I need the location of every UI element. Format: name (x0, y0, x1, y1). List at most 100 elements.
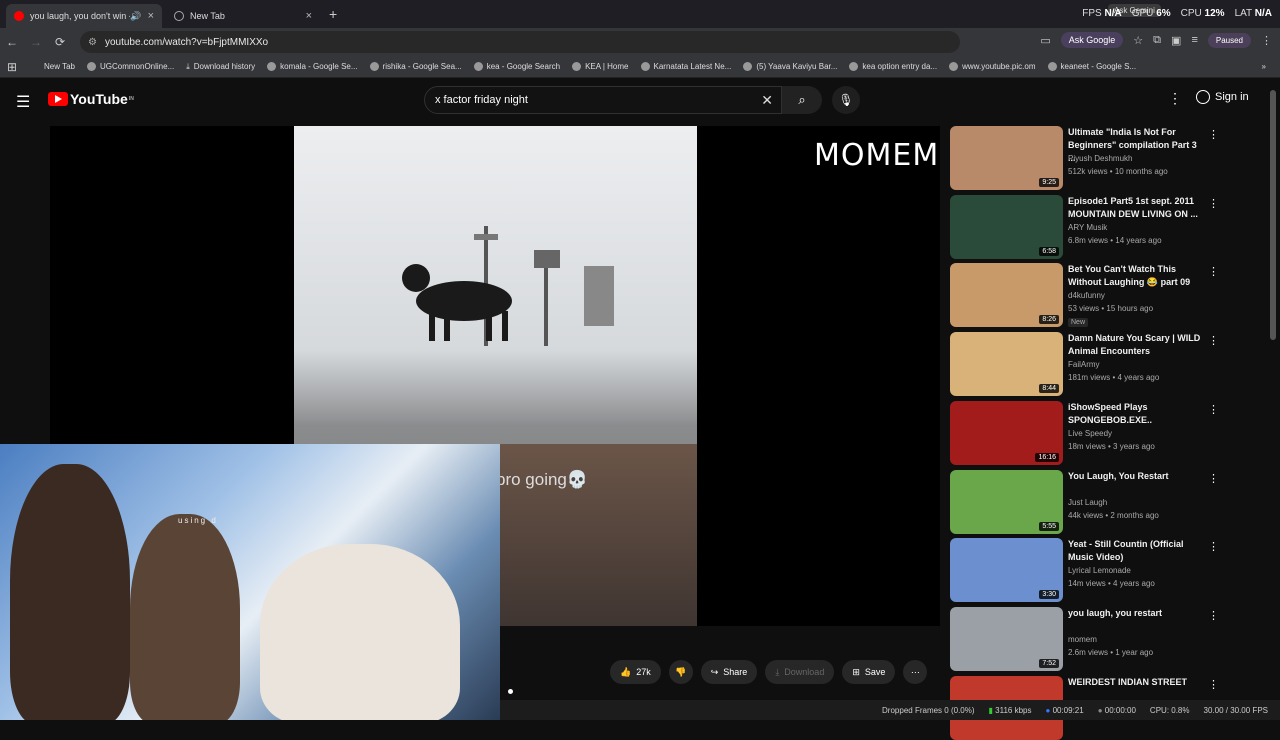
search-button[interactable]: ⌕ (782, 86, 822, 114)
recommendation-title[interactable]: Episode1 Part5 1st sept. 2011 MOUNTAIN D… (1068, 195, 1204, 221)
recommendation-title[interactable]: You Laugh, You Restart (1068, 470, 1204, 483)
recommendation-item[interactable]: 7:52 you laugh, you restart momem 2.6m view… (950, 606, 1220, 671)
duration-badge: 8:26 (1039, 315, 1059, 325)
recommendation-item[interactable]: 8:26 Bet You Can't Watch This Without Lau… (950, 263, 1220, 328)
save-button[interactable]: ⊞ Save (842, 660, 896, 684)
more-actions-button[interactable]: ⋯ (903, 660, 928, 684)
site-info-icon[interactable]: ⚙ (88, 37, 97, 48)
url-bar[interactable]: ⚙ youtube.com/watch?v=bFjptMMIXXo (80, 31, 960, 53)
video-thumbnail[interactable]: 8:26 (950, 263, 1063, 328)
browser-menu-icon[interactable]: ⋮ (1261, 34, 1272, 47)
scrubber-handle[interactable] (508, 689, 513, 694)
share-button[interactable]: ↪ Share (700, 660, 758, 684)
profile-paused-button[interactable]: Paused (1207, 32, 1251, 48)
new-tab-icon[interactable]: + (329, 6, 337, 22)
video-thumbnail[interactable]: 9:25 (950, 126, 1063, 190)
recommendation-title[interactable]: Yeat - Still Countin (Official Music Vid… (1068, 538, 1204, 564)
person-right (260, 544, 460, 720)
duration-badge: 16:16 (1035, 452, 1059, 462)
tab-active[interactable]: you laugh, you don't win - Y 🔊 × (6, 4, 162, 28)
speaker-icon[interactable]: 🔊 (130, 11, 141, 22)
youtube-logo[interactable]: YouTube IN (48, 91, 134, 107)
recommendation-meta: 512k views • 10 months ago (1068, 167, 1168, 176)
settings-more-icon[interactable]: ⋮ (1168, 90, 1182, 107)
recommendation-menu-icon[interactable]: ⋮ (1208, 334, 1219, 347)
like-button[interactable]: 👍 27k (610, 660, 661, 684)
recommendation-title[interactable]: Damn Nature You Scary | WILD Animal Enco… (1068, 332, 1204, 358)
recommendation-menu-icon[interactable]: ⋮ (1208, 609, 1219, 622)
video-thumbnail[interactable]: 5:55 (950, 469, 1063, 534)
recommendation-channel[interactable]: ARY Musik (1068, 223, 1107, 232)
hamburger-menu-icon[interactable]: ☰ (16, 92, 30, 112)
bookmark-item[interactable]: Karnatata Latest Ne... (640, 62, 731, 71)
download-icon: ⤓ (775, 666, 780, 677)
more-icon: ⋯ (910, 666, 920, 677)
ask-google-button[interactable]: Ask Google (1060, 32, 1124, 48)
globe-icon (174, 11, 184, 21)
recommendation-item[interactable]: 3:30 Yeat - Still Countin (Official Music… (950, 538, 1220, 603)
close-tab-icon[interactable]: × (306, 10, 312, 22)
bookmarks-overflow-icon[interactable]: » (1262, 62, 1266, 71)
recommendation-menu-icon[interactable]: ⋮ (1208, 265, 1219, 278)
video-actions: 👍 27k 👎 ↪ Share ⤓ Download ⊞ Save ⋯ (610, 660, 928, 684)
bookmark-item[interactable]: kea option entry da... (849, 62, 937, 71)
close-tab-icon[interactable]: × (148, 10, 154, 22)
cpu-label: CPU (1180, 8, 1202, 19)
bookmark-item[interactable]: keaneet - Google S... (1047, 62, 1136, 71)
bookmark-item[interactable]: New Tab (44, 62, 75, 71)
recommendation-channel[interactable]: d4kufunny (1068, 291, 1105, 300)
recommendation-channel[interactable]: FailArmy (1068, 360, 1100, 369)
apps-grid-icon[interactable]: ⊞ (0, 60, 24, 74)
bookmark-star-icon[interactable]: ☆ (1133, 34, 1143, 47)
recommendation-title[interactable]: iShowSpeed Plays SPONGEBOB.EXE.. (1068, 401, 1204, 427)
bookmark-item[interactable]: kea - Google Search (473, 62, 560, 71)
bookmark-item[interactable]: UGCommonOnline... (86, 62, 174, 71)
recommendation-channel[interactable]: Just Laugh (1068, 498, 1107, 507)
video-thumbnail[interactable]: 8:44 (950, 332, 1063, 397)
recommendation-channel[interactable]: Piyush Deshmukh (1068, 154, 1132, 163)
fps-label: FPS (1082, 8, 1102, 19)
sign-in-button[interactable]: Sign in (1196, 90, 1249, 104)
page-scrollbar[interactable] (1270, 90, 1276, 340)
tab-new[interactable]: New Tab × (166, 4, 320, 28)
bookmark-item[interactable]: komala - Google Se... (267, 62, 358, 71)
cast-icon[interactable]: ▭ (1040, 34, 1050, 47)
recommendation-menu-icon[interactable]: ⋮ (1208, 472, 1219, 485)
bookmark-item[interactable]: ⤓ Download history (186, 62, 255, 72)
dislike-button[interactable]: 👎 (668, 660, 693, 684)
recommendation-title[interactable]: you laugh, you restart (1068, 607, 1204, 620)
bookmark-item[interactable]: KEA | Home (572, 62, 629, 71)
recommendation-channel[interactable]: momem (1068, 635, 1097, 644)
recommendation-item[interactable]: 5:55 You Laugh, You Restart Just Laugh 44k … (950, 469, 1220, 534)
bookmark-item[interactable]: rishika - Google Sea... (369, 62, 462, 71)
recommendation-title[interactable]: Bet You Can't Watch This Without Laughin… (1068, 263, 1204, 289)
recommendation-item[interactable]: 6:58 Episode1 Part5 1st sept. 2011 MOUNTA… (950, 194, 1220, 259)
sidepanel-icon[interactable]: ▣ (1171, 34, 1181, 47)
reload-icon[interactable]: ⟳ (48, 35, 72, 49)
video-thumbnail[interactable]: 3:30 (950, 538, 1063, 603)
recommendation-item[interactable]: 8:44 Damn Nature You Scary | WILD Animal … (950, 332, 1220, 397)
media-icon[interactable]: ≡ (1191, 34, 1197, 46)
voice-search-button[interactable]: 🎙 (832, 86, 860, 114)
recommendation-menu-icon[interactable]: ⋮ (1208, 540, 1219, 553)
search-input[interactable]: x factor friday night ✕ (424, 86, 782, 114)
forward-icon[interactable]: → (24, 35, 48, 49)
video-thumbnail[interactable]: 6:58 (950, 194, 1063, 259)
video-thumbnail[interactable]: 7:52 (950, 606, 1063, 671)
extensions-icon[interactable]: ⧉ (1153, 34, 1161, 47)
recommendation-channel[interactable]: Live Speedy (1068, 429, 1112, 438)
recommendation-item[interactable]: 16:16 iShowSpeed Plays SPONGEBOB.EXE.. Liv… (950, 400, 1220, 465)
recommendation-title[interactable]: WEIRDEST INDIAN STREET (1068, 676, 1204, 689)
download-button[interactable]: ⤓ Download (765, 660, 835, 684)
bookmark-item[interactable]: www.youtube.pic.om (949, 62, 1036, 71)
recommendation-menu-icon[interactable]: ⋮ (1208, 197, 1219, 210)
recommendation-channel[interactable]: Lyrical Lemonade (1068, 566, 1131, 575)
recommendation-menu-icon[interactable]: ⋮ (1208, 678, 1219, 691)
recommendation-menu-icon[interactable]: ⋮ (1208, 403, 1219, 416)
bookmark-item[interactable]: (5) Yaava Kaviyu Bar... (743, 62, 837, 71)
recommendation-item[interactable]: 9:25 Ultimate "India Is Not For Beginners… (950, 126, 1220, 190)
back-icon[interactable]: ← (0, 35, 24, 49)
clear-search-icon[interactable]: ✕ (761, 92, 773, 109)
recommendation-menu-icon[interactable]: ⋮ (1208, 128, 1219, 141)
video-thumbnail[interactable]: 16:16 (950, 400, 1063, 465)
